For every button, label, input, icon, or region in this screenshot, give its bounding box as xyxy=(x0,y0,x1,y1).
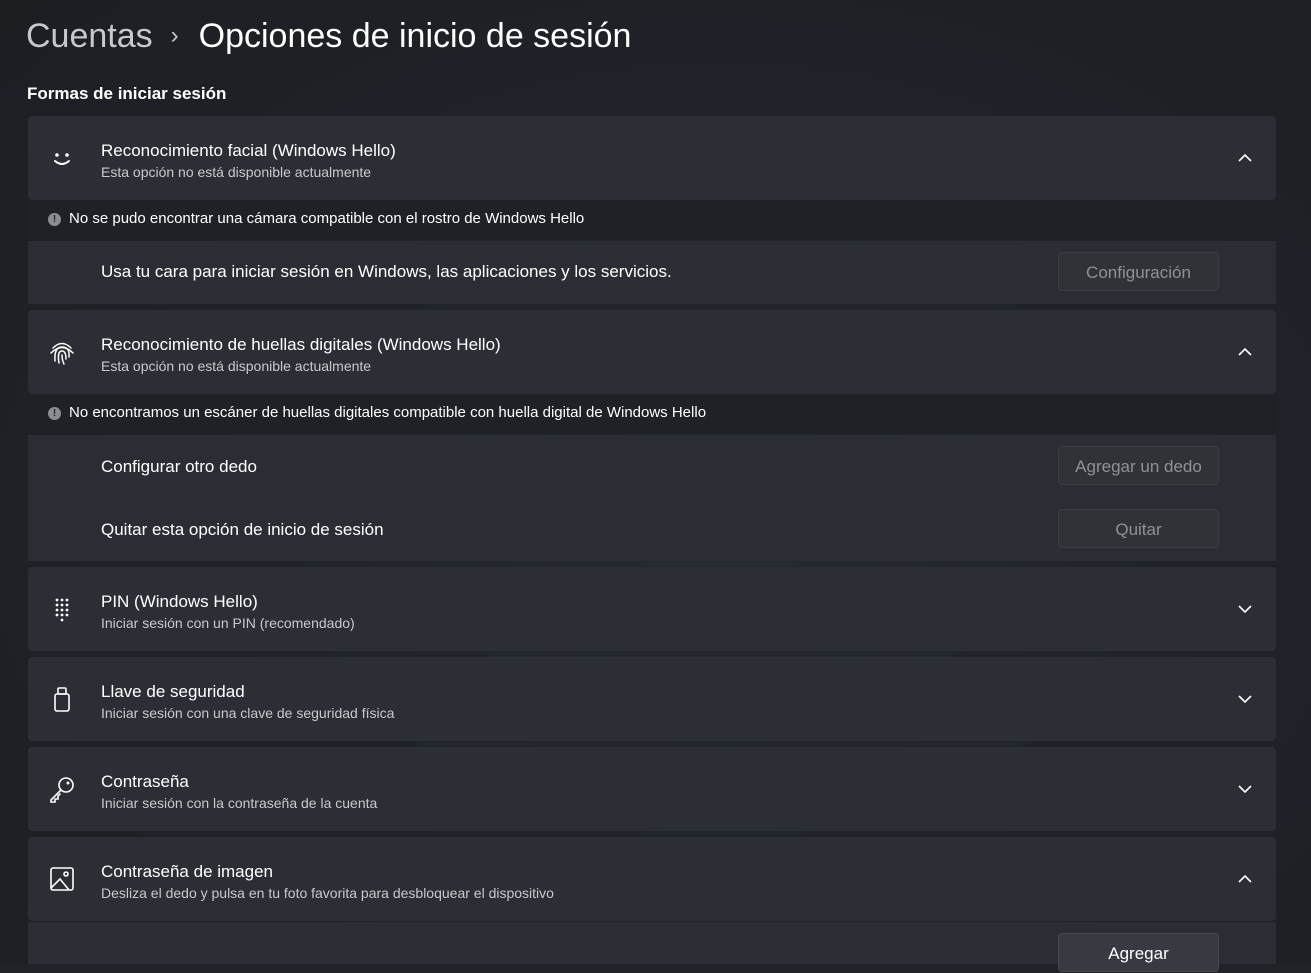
page-title: Opciones de inicio de sesión xyxy=(198,16,632,55)
security-key-header[interactable]: Llave de seguridad Iniciar sesión con un… xyxy=(28,657,1276,741)
key-icon xyxy=(47,774,77,804)
fingerprint-title: Reconocimiento de huellas digitales (Win… xyxy=(101,335,501,354)
face-notice: ! No se pudo encontrar una cámara compat… xyxy=(28,200,1276,240)
pin-title: PIN (Windows Hello) xyxy=(101,592,258,611)
add-picture-password-button[interactable]: Agregar xyxy=(1058,933,1219,972)
fingerprint-options: Configurar otro dedo Agregar un dedo Qui… xyxy=(28,435,1276,561)
info-icon: ! xyxy=(48,213,61,226)
fingerprint-header[interactable]: Reconocimiento de huellas digitales (Win… xyxy=(28,310,1276,394)
chevron-up-icon[interactable] xyxy=(1236,149,1254,167)
fingerprint-add-label: Configurar otro dedo xyxy=(101,457,257,476)
password-header[interactable]: Contraseña Iniciar sesión con la contras… xyxy=(28,747,1276,831)
face-recognition-title: Reconocimiento facial (Windows Hello) xyxy=(101,141,396,160)
face-icon xyxy=(47,143,77,173)
fingerprint-subtitle: Esta opción no está disponible actualmen… xyxy=(101,358,372,374)
chevron-down-icon[interactable] xyxy=(1236,600,1254,618)
remove-button[interactable]: Quitar xyxy=(1058,509,1219,548)
info-icon: ! xyxy=(48,407,61,420)
picture-password-title: Contraseña de imagen xyxy=(101,862,274,881)
fingerprint-remove-label: Quitar esta opción de inicio de sesión xyxy=(101,520,384,539)
add-finger-button[interactable]: Agregar un dedo xyxy=(1058,446,1219,485)
picture-password-row: Agregar xyxy=(28,922,1276,972)
picture-password-header[interactable]: Contraseña de imagen Desliza el dedo y p… xyxy=(28,837,1276,921)
face-setup-row: Usa tu cara para iniciar sesión en Windo… xyxy=(28,241,1276,304)
face-recognition-subtitle: Esta opción no está disponible actualmen… xyxy=(101,164,372,180)
password-subtitle: Iniciar sesión con la contraseña de la c… xyxy=(101,795,378,811)
pin-subtitle: Iniciar sesión con un PIN (recomendado) xyxy=(101,615,355,631)
breadcrumb-parent-link[interactable]: Cuentas xyxy=(26,17,153,56)
usb-key-icon xyxy=(47,684,77,714)
security-key-subtitle: Iniciar sesión con una clave de segurida… xyxy=(101,705,395,721)
chevron-down-icon[interactable] xyxy=(1236,780,1254,798)
picture-password-subtitle: Desliza el dedo y pulsa en tu foto favor… xyxy=(101,885,554,901)
fingerprint-notice: ! No encontramos un escáner de huellas d… xyxy=(28,394,1276,434)
section-title: Formas de iniciar sesión xyxy=(27,84,227,103)
face-configure-button[interactable]: Configuración xyxy=(1058,252,1219,291)
security-key-title: Llave de seguridad xyxy=(101,682,245,701)
chevron-up-icon[interactable] xyxy=(1236,343,1254,361)
image-icon xyxy=(47,864,77,894)
chevron-down-icon[interactable] xyxy=(1236,690,1254,708)
keypad-icon xyxy=(47,594,77,624)
fingerprint-notice-text: No encontramos un escáner de huellas dig… xyxy=(69,404,707,421)
face-notice-text: No se pudo encontrar una cámara compatib… xyxy=(69,210,585,227)
password-title: Contraseña xyxy=(101,772,189,791)
pin-header[interactable]: PIN (Windows Hello) Iniciar sesión con u… xyxy=(28,567,1276,651)
face-setup-label: Usa tu cara para iniciar sesión en Windo… xyxy=(101,262,672,281)
breadcrumb-separator: › xyxy=(170,22,179,49)
face-recognition-header[interactable]: Reconocimiento facial (Windows Hello) Es… xyxy=(28,116,1276,200)
fingerprint-icon xyxy=(47,337,77,367)
breadcrumb: Cuentas › Opciones de inicio de sesión xyxy=(26,14,631,58)
chevron-up-icon[interactable] xyxy=(1236,870,1254,888)
